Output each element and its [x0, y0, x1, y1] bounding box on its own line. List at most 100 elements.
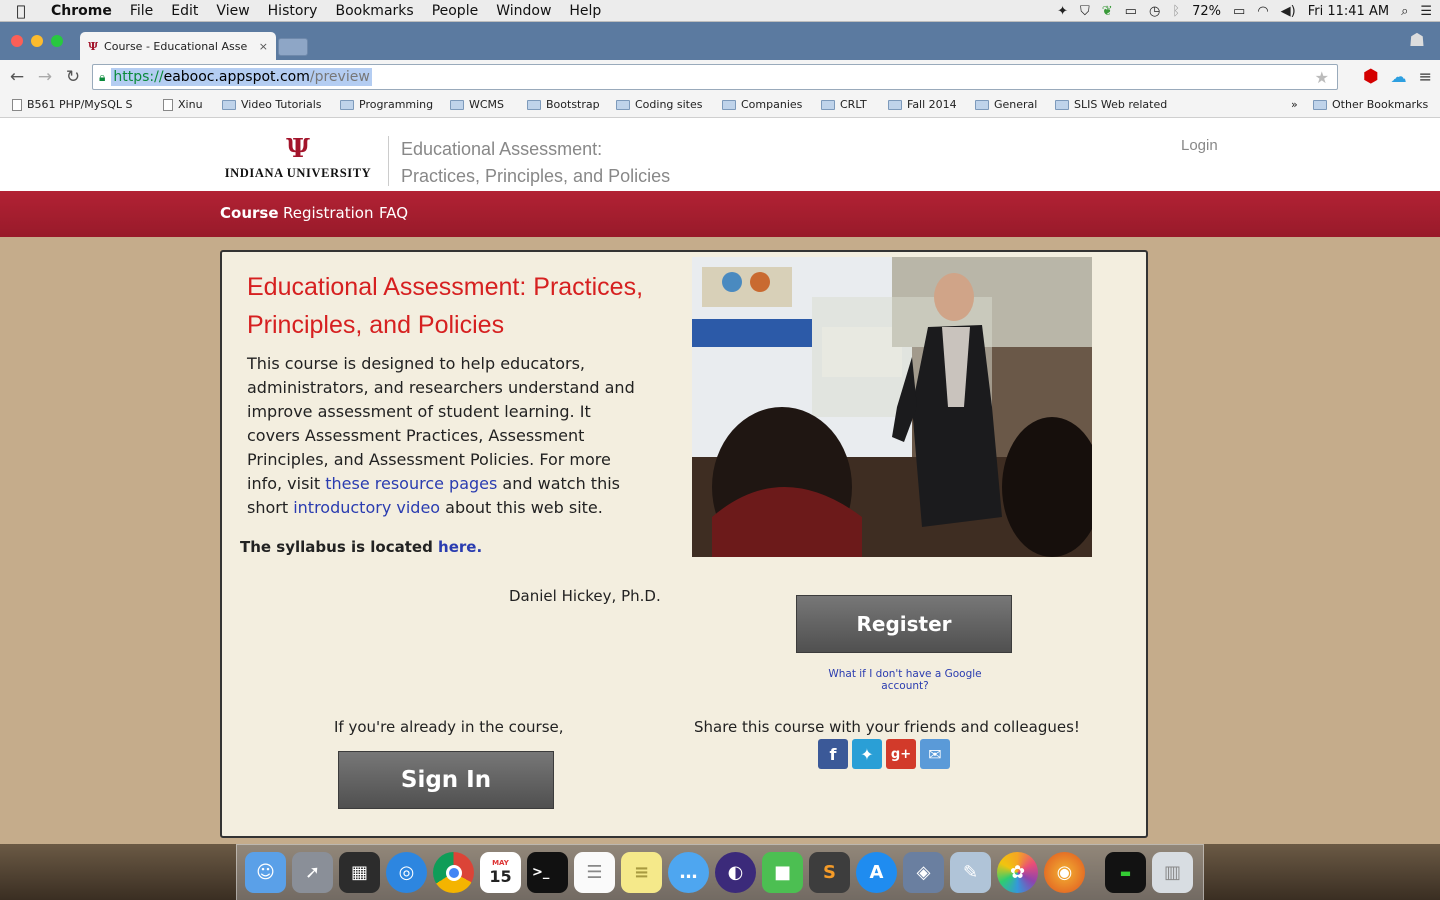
facetime-icon[interactable]: ■: [762, 852, 803, 893]
nav-course[interactable]: Course: [220, 204, 279, 222]
browser-toolbar: ← → ↻ 🔒︎ https://eabooc.appspot.com/prev…: [0, 60, 1440, 94]
finder-icon[interactable]: ☺: [245, 852, 286, 893]
preview-icon[interactable]: ✎: [950, 852, 991, 893]
adblock-icon[interactable]: ⬢: [1363, 66, 1379, 87]
bookmark-bootstrap[interactable]: Bootstrap: [527, 98, 600, 111]
clock[interactable]: Fri 11:41 AM: [1308, 4, 1389, 19]
no-google-account-link[interactable]: What if I don't have a Google account?: [810, 668, 1000, 692]
sign-in-button[interactable]: Sign In: [338, 751, 554, 809]
page-icon: [163, 98, 173, 111]
bluetooth-icon[interactable]: ᛒ: [1172, 4, 1180, 19]
bookmark-video-tutorials[interactable]: Video Tutorials: [222, 98, 322, 111]
nav-faq[interactable]: FAQ: [379, 204, 408, 222]
forward-icon[interactable]: →: [31, 67, 59, 87]
time-machine-icon[interactable]: ◷: [1149, 4, 1160, 19]
bookmark-wcms[interactable]: WCMS: [450, 98, 504, 111]
already-enrolled-label: If you're already in the course,: [334, 718, 564, 736]
address-url[interactable]: https://eabooc.appspot.com/preview: [111, 68, 372, 86]
menu-file[interactable]: File: [121, 3, 162, 19]
volume-icon[interactable]: ◀): [1281, 4, 1296, 19]
menu-people[interactable]: People: [423, 3, 488, 19]
menu-help[interactable]: Help: [560, 3, 610, 19]
battery-icon[interactable]: ▭: [1233, 4, 1245, 19]
chrome-menu-icon[interactable]: ≡: [1419, 67, 1432, 86]
menu-edit[interactable]: Edit: [162, 3, 207, 19]
profile-avatar-icon[interactable]: ☗: [1402, 30, 1432, 56]
course-card: Educational Assessment: Practices, Princ…: [220, 250, 1148, 838]
syllabus-link[interactable]: here.: [438, 538, 482, 556]
shield-icon[interactable]: ⛉: [1080, 4, 1090, 19]
folder-icon: [888, 99, 902, 110]
course-description: This course is designed to help educator…: [247, 354, 635, 517]
app-store-icon[interactable]: A: [856, 852, 897, 893]
mission-control-icon[interactable]: ▦: [339, 852, 380, 893]
minimize-window-button[interactable]: [31, 35, 43, 47]
messages-icon[interactable]: …: [668, 852, 709, 893]
address-bar[interactable]: 🔒︎ https://eabooc.appspot.com/preview ★: [92, 64, 1338, 90]
spotlight-search-icon[interactable]: ⌕: [1401, 4, 1408, 19]
bookmark-b561[interactable]: B561 PHP/MySQL S: [12, 98, 133, 111]
nav-registration[interactable]: Registration: [283, 204, 373, 222]
calendar-icon[interactable]: MAY 15: [480, 852, 521, 893]
trash-icon[interactable]: ▥: [1152, 852, 1193, 893]
email-icon[interactable]: ✉: [920, 739, 950, 769]
iu-favicon-icon: Ψ: [88, 39, 99, 53]
chrome-icon[interactable]: [433, 852, 474, 893]
course-photo: [692, 257, 1092, 557]
secure-lock-icon[interactable]: 🔒︎: [99, 70, 105, 85]
terminal-icon[interactable]: >_: [527, 852, 568, 893]
browser-tab-active[interactable]: Ψ Course - Educational Asse ×: [80, 32, 276, 60]
bookmark-general[interactable]: General: [975, 98, 1037, 111]
safari-icon[interactable]: ◎: [386, 852, 427, 893]
bookmark-fall-2014[interactable]: Fall 2014: [888, 98, 957, 111]
wifi-icon[interactable]: ◠: [1257, 4, 1268, 19]
close-window-button[interactable]: [11, 35, 23, 47]
bookmark-crlt[interactable]: CRLT: [821, 98, 867, 111]
cloud-extension-icon[interactable]: ☁: [1391, 67, 1407, 86]
login-link[interactable]: Login: [1181, 137, 1218, 154]
resource-pages-link[interactable]: these resource pages: [325, 474, 497, 493]
menu-history[interactable]: History: [259, 3, 327, 19]
notification-center-icon[interactable]: ☰: [1420, 4, 1432, 19]
bookmark-xinu[interactable]: Xinu: [163, 98, 203, 111]
launchpad-icon[interactable]: ➚: [292, 852, 333, 893]
photos-icon[interactable]: ✿: [997, 852, 1038, 893]
reminders-icon[interactable]: ☰: [574, 852, 615, 893]
intro-video-link[interactable]: introductory video: [293, 498, 440, 517]
apple-icon[interactable]: : [0, 2, 42, 20]
bookmark-star-icon[interactable]: ★: [1315, 68, 1329, 87]
site-title: Educational Assessment: Practices, Princ…: [401, 139, 671, 186]
bookmark-companies[interactable]: Companies: [722, 98, 802, 111]
menu-app[interactable]: Chrome: [42, 3, 121, 19]
share-label: Share this course with your friends and …: [694, 718, 1080, 736]
stickies-icon[interactable]: ≡: [621, 852, 662, 893]
sublime-text-icon[interactable]: S: [809, 852, 850, 893]
facebook-icon[interactable]: f: [818, 739, 848, 769]
leaf-icon[interactable]: ❦: [1102, 4, 1113, 19]
zoom-window-button[interactable]: [51, 35, 63, 47]
menu-bookmarks[interactable]: Bookmarks: [326, 3, 422, 19]
virtualbox-icon[interactable]: ◈: [903, 852, 944, 893]
bookmark-programming[interactable]: Programming: [340, 98, 433, 111]
bookmark-slis[interactable]: SLIS Web related: [1055, 98, 1167, 111]
iu-logo[interactable]: Ψ INDIANA UNIVERSITY: [222, 136, 374, 181]
twitter-icon[interactable]: ✦: [852, 739, 882, 769]
close-tab-icon[interactable]: ×: [259, 40, 268, 53]
bookmarks-overflow-button[interactable]: »: [1291, 98, 1298, 111]
new-tab-button[interactable]: [278, 38, 308, 56]
activity-monitor-icon[interactable]: ▬: [1105, 852, 1146, 893]
register-button[interactable]: Register: [796, 595, 1012, 653]
firefox-icon[interactable]: ◉: [1044, 852, 1085, 893]
google-plus-icon[interactable]: g+: [886, 739, 916, 769]
folder-icon: [527, 99, 541, 110]
bookmark-coding-sites[interactable]: Coding sites: [616, 98, 703, 111]
dropbox-icon[interactable]: ✦: [1057, 4, 1068, 19]
bookmark-other[interactable]: Other Bookmarks: [1313, 98, 1428, 111]
airplay-icon[interactable]: ▭: [1125, 4, 1137, 19]
reload-icon[interactable]: ↻: [59, 67, 87, 87]
eclipse-icon[interactable]: ◐: [715, 852, 756, 893]
header-divider: [388, 136, 389, 186]
back-icon[interactable]: ←: [3, 67, 31, 87]
menu-window[interactable]: Window: [487, 3, 560, 19]
menu-view[interactable]: View: [207, 3, 258, 19]
